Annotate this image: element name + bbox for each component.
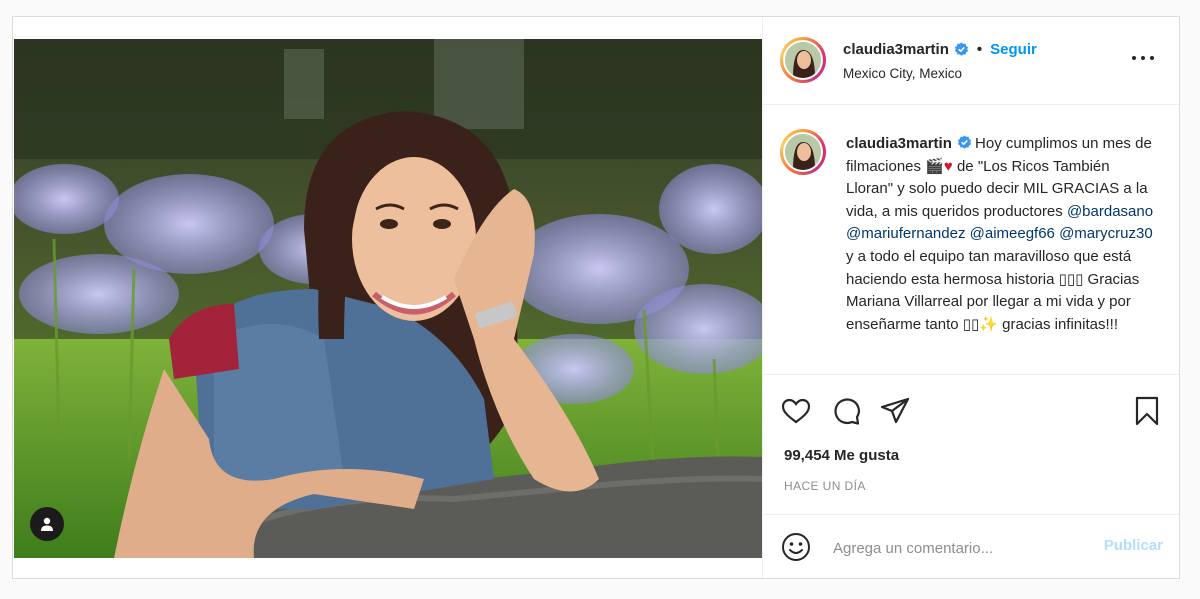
- heart-icon[interactable]: [780, 395, 812, 427]
- post-location[interactable]: Mexico City, Mexico: [843, 66, 962, 81]
- follow-button[interactable]: Seguir: [990, 41, 1037, 58]
- caption-area: claudia3martin Hoy cumplimos un mes de f…: [763, 105, 1179, 375]
- mention-link[interactable]: @bardasano: [1067, 203, 1153, 220]
- smiley-icon[interactable]: [780, 531, 812, 563]
- post-timestamp[interactable]: HACE UN DÍA: [784, 479, 866, 493]
- instagram-post: claudia3martin • Seguir Mexico City, Mex…: [12, 16, 1180, 579]
- mention-link[interactable]: @marycruz30: [1059, 225, 1153, 242]
- post-photo[interactable]: [14, 39, 762, 558]
- profile-avatar[interactable]: [780, 37, 826, 83]
- post-side-panel: claudia3martin • Seguir Mexico City, Mex…: [762, 17, 1179, 578]
- caption-username[interactable]: claudia3martin: [846, 135, 952, 152]
- heart-emoji: ♥: [943, 157, 953, 175]
- more-options-icon[interactable]: [1131, 53, 1155, 63]
- verified-badge-icon: [957, 135, 972, 149]
- user-tag-icon[interactable]: [30, 507, 64, 541]
- sparkles-emoji: ✨: [979, 315, 998, 333]
- post-caption: claudia3martin Hoy cumplimos un mes de f…: [846, 133, 1156, 336]
- bookmark-icon[interactable]: [1131, 395, 1163, 427]
- caption-text: gracias infinitas!!!: [997, 315, 1118, 333]
- header-username[interactable]: claudia3martin: [843, 41, 949, 58]
- comment-input[interactable]: [831, 535, 1085, 561]
- publish-button[interactable]: Publicar: [1104, 537, 1163, 554]
- comment-bar: Publicar: [763, 514, 1179, 578]
- mention-link[interactable]: @aimeegf66: [970, 225, 1055, 242]
- clapperboard-emoji: 🎬: [925, 157, 944, 175]
- post-image: [14, 39, 762, 558]
- header-user-row: claudia3martin • Seguir: [843, 41, 1037, 58]
- comment-icon[interactable]: [830, 395, 862, 427]
- separator-dot: •: [976, 41, 983, 58]
- post-header: claudia3martin • Seguir Mexico City, Mex…: [763, 17, 1179, 105]
- action-bar: [763, 391, 1179, 431]
- verified-badge-icon: [954, 42, 968, 56]
- caption-avatar[interactable]: [780, 129, 826, 175]
- paper-plane-icon[interactable]: [879, 395, 911, 427]
- like-count[interactable]: 99,454 Me gusta: [784, 447, 899, 464]
- mention-link[interactable]: @mariufernandez: [846, 225, 965, 242]
